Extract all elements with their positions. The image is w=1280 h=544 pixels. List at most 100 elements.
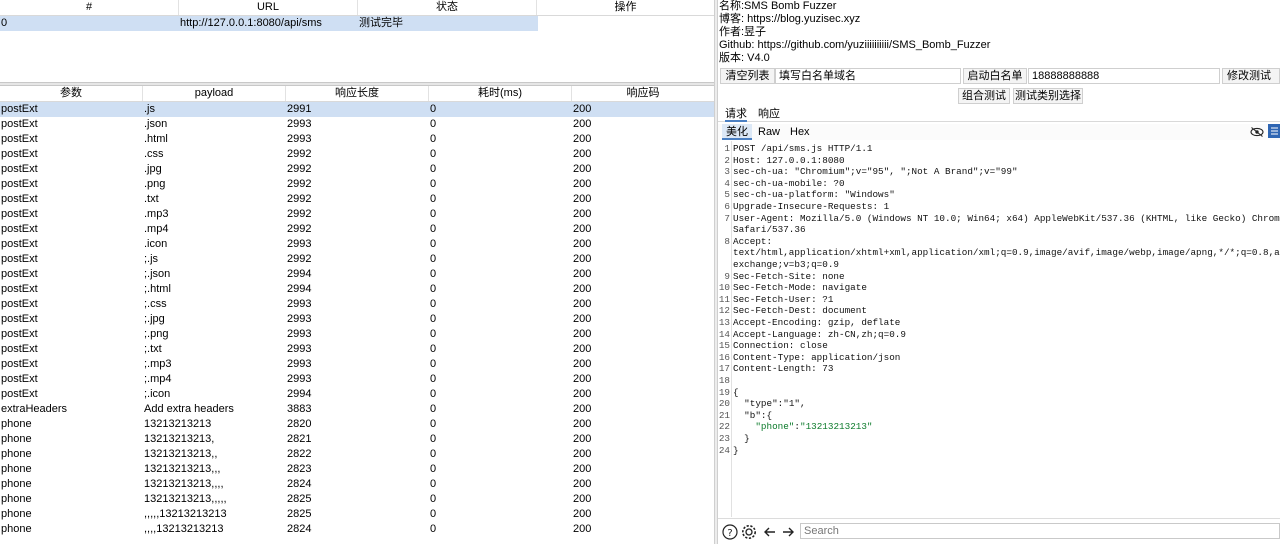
col-header-param[interactable]: 参数 [0, 86, 143, 101]
eye-off-icon[interactable] [1250, 127, 1264, 137]
cell-payload: ;.mp4 [144, 373, 172, 385]
table-row[interactable]: postExt ;.jpg 2993 0 200 [0, 312, 714, 327]
gear-icon[interactable] [741, 524, 757, 540]
table-row[interactable]: postExt .jpg 2992 0 200 [0, 162, 714, 177]
table-row[interactable]: phone 13213213213 2820 0 200 [0, 417, 714, 432]
col-header-length[interactable]: 响应长度 [286, 86, 429, 101]
table-row[interactable]: postExt ;.css 2993 0 200 [0, 297, 714, 312]
cell-time: 0 [430, 313, 437, 325]
col-header-status[interactable]: 状态 [358, 0, 537, 15]
table-row[interactable]: extraHeaders Add extra headers 3883 0 200 [0, 402, 714, 417]
code-token: :{ [760, 409, 773, 421]
table-row[interactable]: phone 13213213213,,,, 2824 0 200 [0, 477, 714, 492]
col-header-time[interactable]: 耗时(ms) [429, 86, 572, 101]
table-row[interactable]: phone 13213213213,,,,, 2825 0 200 [0, 492, 714, 507]
table-row[interactable]: postExt .html 2993 0 200 [0, 132, 714, 147]
table-row[interactable]: postExt ;.html 2994 0 200 [0, 282, 714, 297]
cell-url: http://127.0.0.1:8080/api/sms [180, 17, 322, 29]
line-text: text/html,application/xhtml+xml,applicat… [733, 247, 1280, 259]
table-row[interactable]: postExt ;.mp4 2993 0 200 [0, 372, 714, 387]
col-header-action[interactable]: 操作 [537, 0, 714, 15]
table-row[interactable]: postExt ;.txt 2993 0 200 [0, 342, 714, 357]
cell-length: 2824 [287, 478, 312, 490]
table-row[interactable]: phone ,,,,13213213213 2824 0 200 [0, 522, 714, 537]
tab-request[interactable]: 请求 [725, 106, 747, 122]
cell-time: 0 [430, 373, 437, 385]
col-header-payload[interactable]: payload [143, 86, 286, 101]
arrow-left-icon[interactable] [762, 524, 778, 540]
clear-list-button[interactable]: 清空列表 [720, 68, 775, 84]
table-row[interactable]: phone 13213213213, 2821 0 200 [0, 432, 714, 447]
cell-param: phone [1, 523, 32, 535]
table-row[interactable]: phone 13213213213,,, 2823 0 200 [0, 462, 714, 477]
line-number: 13 [718, 317, 730, 328]
table-row[interactable]: postExt .json 2993 0 200 [0, 117, 714, 132]
cell-length: 2993 [287, 328, 312, 340]
code-line: 8 Accept: [718, 236, 1280, 248]
col-header-url[interactable]: URL [179, 0, 358, 15]
category-select-button[interactable]: 测试类别选择 [1013, 88, 1083, 104]
line-text: sec-ch-ua-platform: "Windows" [733, 189, 895, 201]
table-row[interactable]: postExt ;.json 2994 0 200 [0, 267, 714, 282]
cell-length: 2992 [287, 148, 312, 160]
table-row[interactable]: postExt .icon 2993 0 200 [0, 237, 714, 252]
cell-code: 200 [573, 493, 592, 505]
table-row[interactable]: postExt .mp3 2992 0 200 [0, 207, 714, 222]
tab-response[interactable]: 响应 [758, 106, 780, 122]
search-input[interactable]: Search [800, 523, 1280, 539]
line-text: Accept: [733, 235, 773, 247]
cell-length: 2823 [287, 463, 312, 475]
cell-time: 0 [430, 163, 437, 175]
cell-param: postExt [1, 253, 38, 265]
cell-code: 200 [573, 118, 592, 130]
cell-code: 200 [573, 163, 592, 175]
cell-param: postExt [1, 388, 38, 400]
help-icon[interactable]: ? [722, 524, 738, 540]
table-row[interactable]: postExt .js 2991 0 200 [0, 102, 714, 117]
whitelist-input[interactable]: 填写白名单域名 [775, 68, 961, 84]
tab-raw[interactable]: Raw [754, 124, 784, 140]
cell-code: 200 [573, 343, 592, 355]
arrow-right-icon[interactable] [780, 524, 796, 540]
line-text: sec-ch-ua: "Chromium";v="95", ";Not A Br… [733, 166, 1018, 178]
cell-length: 2994 [287, 268, 312, 280]
table-row[interactable]: postExt .mp4 2992 0 200 [0, 222, 714, 237]
col-header-index[interactable]: # [0, 0, 179, 15]
table-row[interactable]: phone 13213213213,, 2822 0 200 [0, 447, 714, 462]
url-table-row[interactable]: 0 http://127.0.0.1:8080/api/sms 测试完毕 [0, 16, 538, 31]
table-row[interactable]: phone ,,,,,13213213213 2825 0 200 [0, 507, 714, 522]
modify-test-button[interactable]: 修改测试 [1222, 68, 1280, 84]
request-editor[interactable]: 1 POST /api/sms.js HTTP/1.1 2 Host: 127.0.0… [718, 141, 1280, 517]
plugin-author: 作者:昱子 [719, 26, 767, 38]
table-row[interactable]: postExt ;.icon 2994 0 200 [0, 387, 714, 402]
cell-length: 2822 [287, 448, 312, 460]
line-text: } [733, 433, 750, 445]
tab-pretty[interactable]: 美化 [722, 124, 752, 140]
table-row[interactable]: postExt ;.js 2992 0 200 [0, 252, 714, 267]
cell-param: postExt [1, 163, 38, 175]
cell-length: 3883 [287, 403, 312, 415]
enable-whitelist-button[interactable]: 启动白名单 [963, 68, 1027, 84]
cell-payload: .png [144, 178, 166, 190]
cell-payload: .js [144, 103, 155, 115]
combo-test-button[interactable]: 组合测试 [958, 88, 1010, 104]
cell-payload: 13213213213,,,, [144, 478, 224, 490]
code-token: "13213213213" [799, 421, 873, 433]
table-row[interactable]: postExt ;.mp3 2993 0 200 [0, 357, 714, 372]
cell-payload: 13213213213,,, [144, 463, 221, 475]
cell-length: 2825 [287, 493, 312, 505]
phone-input[interactable]: 18888888888 [1028, 68, 1220, 84]
cell-payload: 13213213213,,,,, [144, 493, 227, 505]
control-row: 清空列表 填写白名单域名 启动白名单 18888888888 修改测试 [718, 68, 1280, 84]
wrap-icon[interactable] [1268, 124, 1280, 138]
col-header-code[interactable]: 响应码 [572, 86, 714, 101]
table-row[interactable]: postExt .png 2992 0 200 [0, 177, 714, 192]
code-line: 21 "b":{ [718, 410, 1280, 422]
cell-code: 200 [573, 133, 592, 145]
cell-code: 200 [573, 178, 592, 190]
table-row[interactable]: postExt .css 2992 0 200 [0, 147, 714, 162]
tab-hex[interactable]: Hex [786, 124, 814, 140]
table-row[interactable]: postExt ;.png 2993 0 200 [0, 327, 714, 342]
table-row[interactable]: postExt .txt 2992 0 200 [0, 192, 714, 207]
